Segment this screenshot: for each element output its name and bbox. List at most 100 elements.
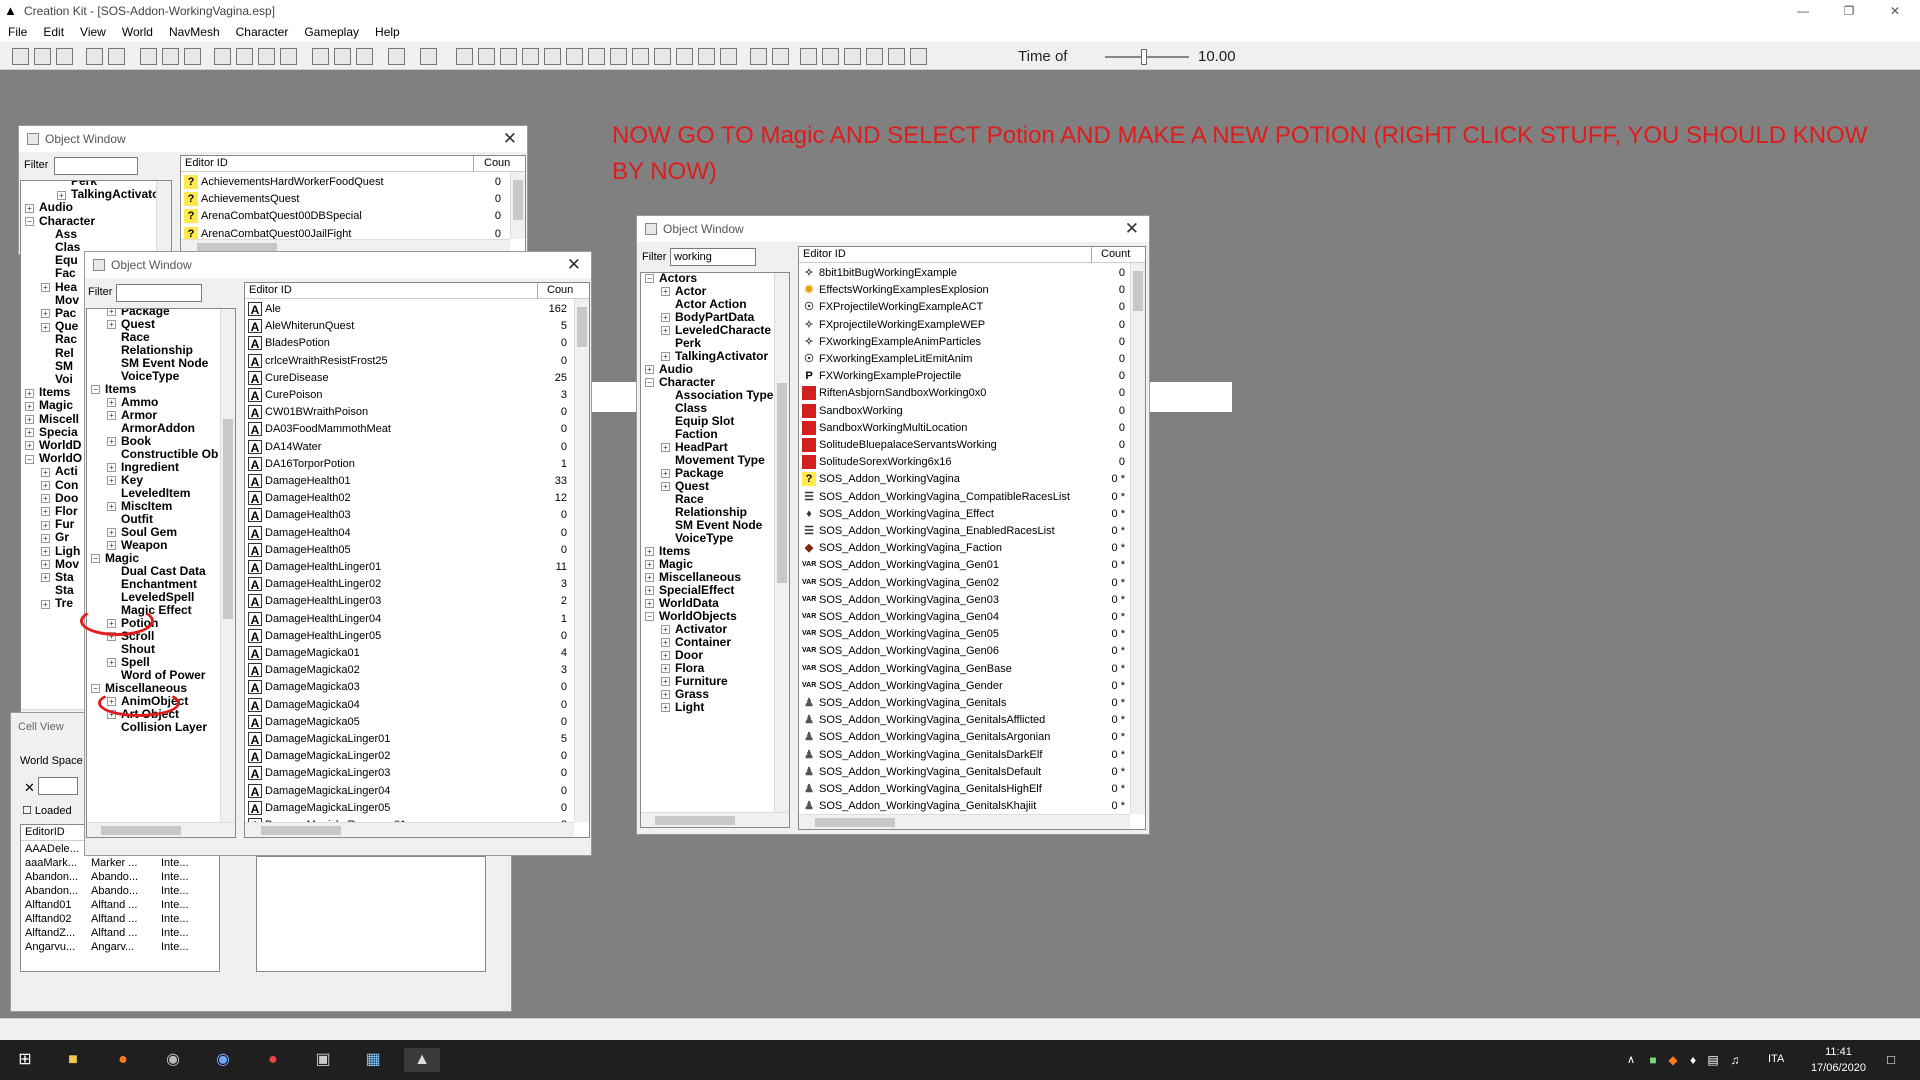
expand-toggle-icon[interactable]: + (41, 467, 50, 477)
expand-toggle-icon[interactable]: + (41, 480, 50, 490)
list-row[interactable]: ✧ 8bit1bitBugWorkingExample 0 (799, 265, 1145, 282)
expand-toggle-icon[interactable]: − (645, 612, 654, 622)
firefox-icon[interactable]: ● (110, 1048, 136, 1072)
toolbar-button-icon[interactable] (420, 48, 437, 65)
category-tree[interactable]: + Package + Quest Race Relationship SM Event N… (86, 308, 236, 838)
folder-icon[interactable]: ▣ (310, 1048, 336, 1072)
scrollbar-thumb[interactable] (815, 818, 895, 827)
list-row[interactable]: ? ArenaCombatQuest00DBSpecial 0 (181, 208, 525, 225)
expand-toggle-icon[interactable]: + (645, 586, 654, 596)
tree-item-talkingactivator[interactable]: + TalkingActivator (57, 186, 164, 202)
menu-item[interactable]: Gameplay (296, 25, 367, 39)
vertical-scrollbar[interactable] (1130, 263, 1145, 814)
volume-icon[interactable]: ♫ (1722, 1048, 1748, 1072)
toolbar-button-icon[interactable] (844, 48, 861, 65)
expand-toggle-icon[interactable]: + (41, 573, 50, 583)
toolbar-button-icon[interactable] (312, 48, 329, 65)
col-editor-id[interactable]: Editor ID (249, 284, 292, 296)
list-row[interactable]: A DamageHealthLinger03 2 (245, 593, 589, 610)
list-row[interactable]: A Ale 162 (245, 301, 589, 318)
toolbar-button-icon[interactable] (456, 48, 473, 65)
list-row[interactable]: A DamageHealth02 12 (245, 490, 589, 507)
col-count[interactable]: Count (1101, 248, 1130, 260)
object-list[interactable]: Editor ID Count ✧ 8bit1bitBugWorkingExampl… (798, 246, 1146, 830)
time-of-day-slider[interactable] (1105, 56, 1189, 58)
cell-value[interactable]: Alftand ... (91, 899, 137, 911)
expand-toggle-icon[interactable]: + (41, 322, 50, 332)
scrollbar-thumb[interactable] (261, 826, 341, 835)
list-row[interactable]: A CureDisease 25 (245, 370, 589, 387)
cell-value[interactable]: Marker ... (91, 857, 137, 869)
close-icon[interactable]: ✕ (503, 129, 517, 149)
expand-toggle-icon[interactable]: − (91, 385, 100, 395)
expand-toggle-icon[interactable]: + (25, 441, 34, 451)
expand-toggle-icon[interactable]: + (25, 428, 34, 438)
expand-toggle-icon[interactable]: − (25, 454, 34, 464)
list-row[interactable]: A BladesPotion 0 (245, 335, 589, 352)
menu-item[interactable]: Edit (35, 25, 72, 39)
list-row[interactable]: ♟ SOS_Addon_WorkingVagina_GenitalsDarkElf… (799, 747, 1145, 764)
steam-icon[interactable]: ◉ (160, 1048, 186, 1072)
object-list[interactable]: Editor ID Coun ? AchievementsHardWorkerFoo… (180, 155, 526, 255)
clock[interactable]: 11:41 17/06/2020 (1811, 1044, 1866, 1076)
object-list[interactable]: Editor ID Coun A Ale 162 A AleWhiterunQuest 5 A… (244, 282, 590, 838)
expand-toggle-icon[interactable]: + (661, 287, 670, 297)
list-row[interactable]: VAR SOS_Addon_WorkingVagina_Gen05 0 * (799, 626, 1145, 643)
clear-icon[interactable]: ✕ (24, 780, 35, 796)
toolbar-button-icon[interactable] (822, 48, 839, 65)
list-row[interactable]: ♟ SOS_Addon_WorkingVagina_GenitalsArgonia… (799, 729, 1145, 746)
list-row[interactable]: ♟ SOS_Addon_WorkingVagina_GenitalsKhajiit… (799, 798, 1145, 815)
list-row[interactable]: VAR SOS_Addon_WorkingVagina_Gen06 0 * (799, 643, 1145, 660)
expand-toggle-icon[interactable]: + (661, 625, 670, 635)
vertical-scrollbar[interactable] (574, 299, 589, 822)
list-row[interactable]: A DamageMagickaLinger02 0 (245, 748, 589, 765)
expand-toggle-icon[interactable]: − (645, 378, 654, 388)
list-row[interactable]: VAR SOS_Addon_WorkingVagina_GenBase 0 * (799, 661, 1145, 678)
toolbar-button-icon[interactable] (214, 48, 231, 65)
toolbar-button-icon[interactable] (910, 48, 927, 65)
list-row[interactable]: A DamageMagicka05 0 (245, 714, 589, 731)
col-editor-id[interactable]: Editor ID (803, 248, 846, 260)
list-row[interactable]: A DamageHealth01 33 (245, 473, 589, 490)
toolbar-button-icon[interactable] (888, 48, 905, 65)
col-editorid[interactable]: EditorID (25, 826, 65, 838)
cell-value[interactable]: Alftand ... (91, 913, 137, 925)
expand-toggle-icon[interactable]: + (661, 690, 670, 700)
expand-toggle-icon[interactable]: + (107, 541, 116, 551)
vertical-scrollbar[interactable] (510, 172, 525, 239)
cell-value[interactable]: Abando... (91, 871, 138, 883)
expand-toggle-icon[interactable]: − (91, 684, 100, 694)
list-row[interactable]: ♟ SOS_Addon_WorkingVagina_GenitalsAfflict… (799, 712, 1145, 729)
scrollbar-thumb[interactable] (223, 419, 233, 619)
notification-icon[interactable]: □ (1878, 1048, 1904, 1072)
toolbar-button-icon[interactable] (184, 48, 201, 65)
scrollbar-thumb[interactable] (577, 307, 587, 347)
list-row[interactable]: A DamageMagickaLinger05 0 (245, 800, 589, 817)
list-row[interactable]: A DamageMagicka04 0 (245, 697, 589, 714)
expand-toggle-icon[interactable]: + (107, 476, 116, 486)
menu-item[interactable]: NavMesh (161, 25, 228, 39)
toolbar-button-icon[interactable] (676, 48, 693, 65)
start-icon[interactable]: ⊞ (12, 1048, 38, 1072)
list-row[interactable]: AcrlceWraithResistFrost25 0 (245, 353, 589, 370)
close-icon[interactable]: ✕ (567, 255, 581, 275)
creation-kit-task-icon[interactable]: ▲ (404, 1048, 440, 1072)
toolbar-button-icon[interactable] (500, 48, 517, 65)
toolbar-button-icon[interactable] (720, 48, 737, 65)
menu-item[interactable]: Character (228, 25, 297, 39)
cell-value[interactable]: Angarvu... (25, 941, 75, 953)
tree-item-tre[interactable]: + Tre (41, 595, 73, 611)
toolbar-button-icon[interactable] (34, 48, 51, 65)
expand-toggle-icon[interactable]: + (41, 599, 50, 609)
col-count[interactable]: Coun (484, 157, 510, 169)
list-row[interactable]: A DamageHealth03 0 (245, 507, 589, 524)
expand-toggle-icon[interactable]: + (107, 528, 116, 538)
cell-value[interactable]: Abandon... (25, 885, 78, 897)
expand-toggle-icon[interactable]: + (661, 443, 670, 453)
list-row[interactable]: ✧ FXprojectileWorkingExampleWEP 0 (799, 317, 1145, 334)
expand-toggle-icon[interactable]: + (25, 203, 34, 213)
list-row[interactable]: ♟ SOS_Addon_WorkingVagina_Genitals 0 * (799, 695, 1145, 712)
cell-value[interactable]: Alftand01 (25, 899, 71, 911)
list-row[interactable]: A DamageMagickaLinger01 5 (245, 731, 589, 748)
list-row[interactable]: A DamageMagicka01 4 (245, 645, 589, 662)
